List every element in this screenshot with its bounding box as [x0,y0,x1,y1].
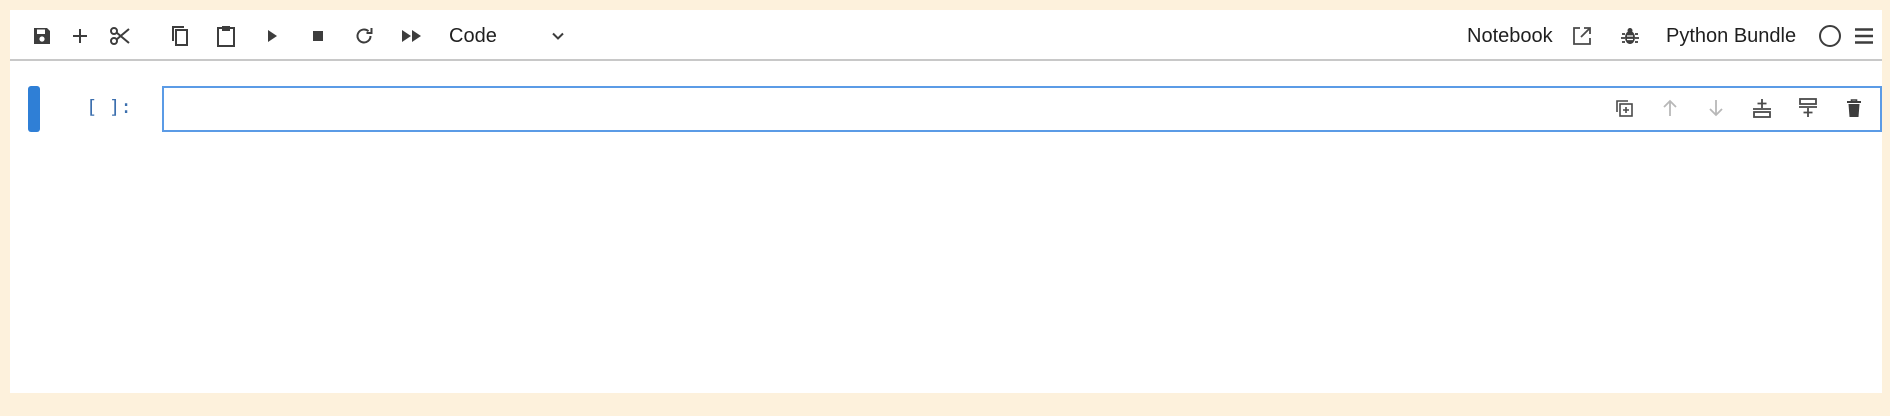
code-cell: [ ]: [28,86,1882,132]
stop-icon [309,27,327,45]
restart-icon [353,25,375,47]
menu-icon [1853,26,1875,46]
insert-cell-button[interactable] [64,20,96,52]
cell-type-dropdown[interactable]: Code [430,20,580,52]
kernel-status-circle-icon [1818,24,1842,48]
insert-cell-below-button[interactable] [1748,96,1776,124]
cut-button[interactable] [104,20,136,52]
open-in-new-tab-button[interactable] [1566,20,1598,52]
copy-icon [169,24,191,48]
cell-type-label: Code [449,24,497,47]
notebook-toolbar: Code Notebook Python Bundle [10,10,1882,61]
play-icon [263,27,281,45]
insert-cell-above-button[interactable] [1794,96,1822,124]
duplicate-cell-button[interactable] [1610,96,1638,124]
save-button[interactable] [26,20,58,52]
toolbar-menu-button[interactable] [1848,20,1880,52]
restart-run-all-button[interactable] [396,20,428,52]
open-notebook-link[interactable]: Notebook [1467,22,1553,50]
kernel-name[interactable]: Python Bundle [1666,22,1796,50]
insert-above-icon [1797,97,1819,124]
external-link-icon [1571,25,1593,47]
clipboard-icon [215,24,237,48]
run-cell-button[interactable] [256,20,288,52]
restart-kernel-button[interactable] [348,20,380,52]
scissors-icon [108,24,132,48]
copy-button[interactable] [164,20,196,52]
notebook-panel: Code Notebook Python Bundle []: [10,10,1882,393]
kernel-status-indicator [1814,20,1846,52]
move-cell-up-button[interactable] [1656,96,1684,124]
delete-cell-button[interactable] [1840,96,1868,124]
cell-editor[interactable] [162,86,1882,132]
duplicate-icon [1613,97,1635,124]
interrupt-kernel-button[interactable] [302,20,334,52]
save-icon [32,26,52,46]
delete-icon [1843,97,1865,124]
debugger-button[interactable] [1614,20,1646,52]
chevron-down-icon [550,28,566,49]
move-cell-down-button[interactable] [1702,96,1730,124]
move-up-icon [1659,97,1681,124]
active-cell-indicator [28,86,40,132]
bug-icon [1619,25,1641,47]
fast-forward-icon [400,27,424,45]
plus-icon [70,26,90,46]
insert-below-icon [1751,97,1773,124]
paste-button[interactable] [210,20,242,52]
move-down-icon [1705,97,1727,124]
execution-prompt: [ ]: [86,96,132,118]
